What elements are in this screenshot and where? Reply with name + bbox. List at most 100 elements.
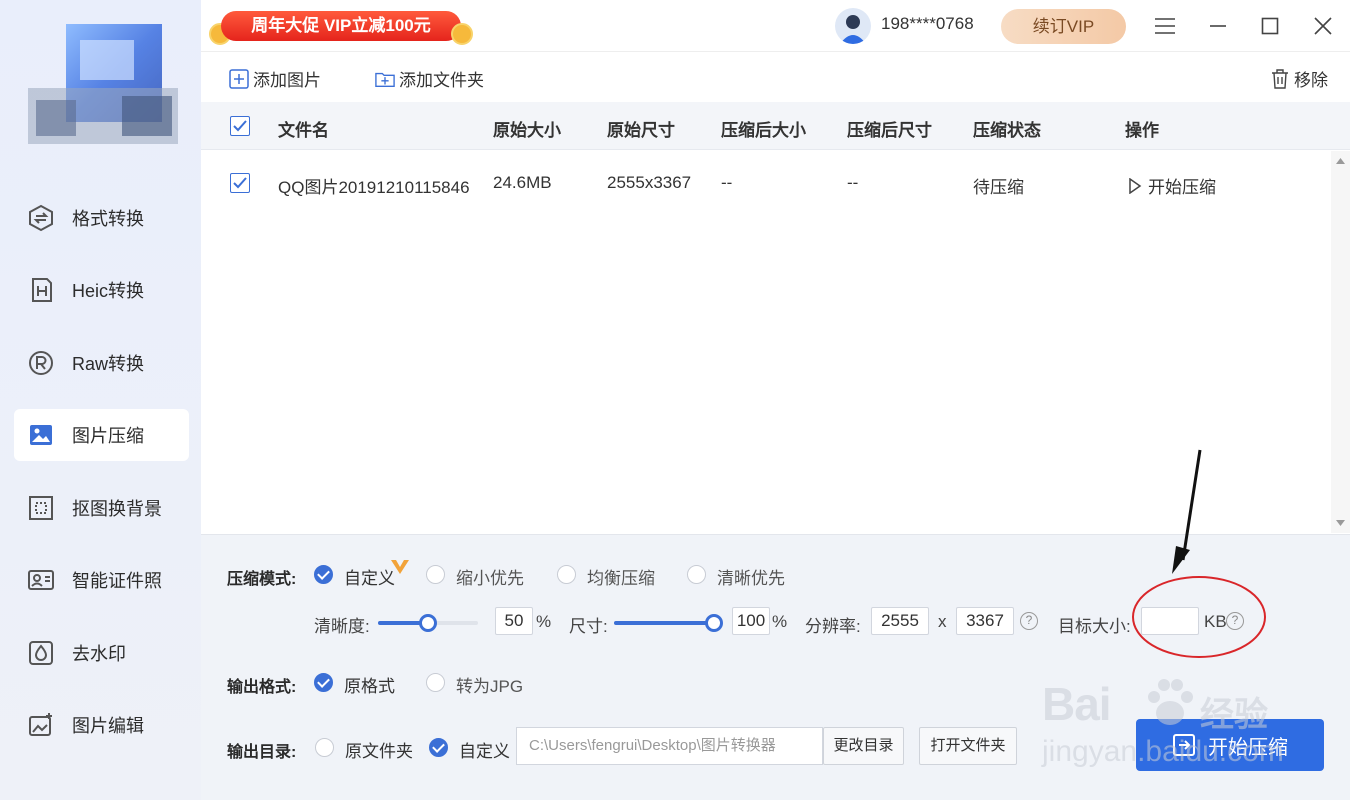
col-header: 原始大小 bbox=[493, 121, 561, 140]
format-original-radio[interactable] bbox=[314, 673, 333, 692]
user-phone: 198****0768 bbox=[881, 14, 974, 33]
col-header: 文件名 bbox=[278, 121, 329, 140]
remove-label: 移除 bbox=[1294, 71, 1328, 90]
sidebar-item-label: 去水印 bbox=[72, 644, 126, 664]
size-unit: % bbox=[772, 612, 788, 631]
clarity-unit: % bbox=[536, 612, 552, 631]
original-dims: 2555x3367 bbox=[607, 173, 692, 192]
promo-banner[interactable]: 周年大促 VIP立减100元 bbox=[207, 9, 475, 47]
sidebar-item-image-edit[interactable]: 图片编辑 bbox=[14, 699, 189, 751]
add-folder-button[interactable]: 添加文件夹 bbox=[375, 66, 484, 91]
add-folder-label: 添加文件夹 bbox=[399, 71, 484, 90]
format-jpg-label: 转为JPG bbox=[456, 677, 524, 696]
row-action-label: 开始压缩 bbox=[1148, 178, 1216, 197]
col-header: 压缩后大小 bbox=[721, 121, 806, 140]
col-header: 操作 bbox=[1125, 121, 1159, 140]
change-dir-button[interactable]: 更改目录 bbox=[823, 727, 904, 765]
file-table bbox=[201, 151, 1350, 533]
sidebar-item-heic[interactable]: Heic转换 bbox=[14, 264, 189, 316]
clarity-slider[interactable] bbox=[378, 614, 478, 632]
resolution-width-field[interactable]: 2555 bbox=[871, 607, 929, 635]
mode-clarity-label: 清晰优先 bbox=[717, 569, 785, 588]
clarity-slider-thumb[interactable] bbox=[419, 614, 437, 632]
sidebar-item-image-compress[interactable]: 图片压缩 bbox=[14, 409, 189, 461]
mode-balanced-radio[interactable] bbox=[557, 565, 576, 584]
sidebar-item-label: 图片编辑 bbox=[72, 716, 144, 736]
app-logo bbox=[28, 24, 178, 144]
mode-balanced-label: 均衡压缩 bbox=[587, 569, 655, 588]
cutout-icon bbox=[26, 493, 56, 523]
resolution-height-field[interactable]: 3367 bbox=[956, 607, 1014, 635]
sidebar-item-cutout[interactable]: 抠图换背景 bbox=[14, 482, 189, 534]
row-checkbox[interactable] bbox=[230, 173, 250, 193]
start-compress-label: 开始压缩 bbox=[1208, 736, 1288, 759]
target-size-help-icon[interactable]: ? bbox=[1226, 612, 1244, 630]
close-icon[interactable] bbox=[1307, 10, 1339, 42]
coin-icon bbox=[451, 23, 473, 45]
sidebar-item-id-photo[interactable]: 智能证件照 bbox=[14, 554, 189, 606]
file-name: QQ图片20191210115846 bbox=[278, 178, 470, 197]
size-slider-thumb[interactable] bbox=[705, 614, 723, 632]
dir-original-radio[interactable] bbox=[315, 738, 334, 757]
sidebar-item-format-convert[interactable]: 格式转换 bbox=[14, 192, 189, 244]
size-value-field[interactable]: 100 bbox=[732, 607, 770, 635]
mode-label: 压缩模式: bbox=[227, 571, 297, 588]
compress-icon bbox=[1173, 734, 1195, 756]
toolbar bbox=[201, 52, 1350, 102]
folder-plus-icon bbox=[375, 72, 395, 87]
size-slider-fill bbox=[614, 621, 714, 625]
mode-custom-radio[interactable] bbox=[314, 565, 333, 584]
resolution-help-icon[interactable]: ? bbox=[1020, 612, 1038, 630]
format-label: 输出格式: bbox=[227, 679, 297, 696]
sidebar-item-label: 图片压缩 bbox=[72, 426, 144, 446]
clarity-value-field[interactable]: 50 bbox=[495, 607, 533, 635]
remove-button[interactable]: 移除 bbox=[1270, 66, 1328, 91]
mode-shrink-radio[interactable] bbox=[426, 565, 445, 584]
start-compress-button[interactable]: 开始压缩 bbox=[1136, 719, 1324, 771]
trash-icon bbox=[1272, 68, 1288, 89]
mode-custom-label: 自定义 bbox=[344, 569, 395, 588]
avatar[interactable] bbox=[835, 8, 871, 44]
open-folder-button[interactable]: 打开文件夹 bbox=[919, 727, 1017, 765]
sidebar-item-label: Raw转换 bbox=[72, 354, 145, 374]
col-header: 压缩后尺寸 bbox=[847, 121, 932, 140]
resolution-x: x bbox=[938, 612, 947, 631]
add-image-button[interactable]: 添加图片 bbox=[229, 66, 321, 91]
add-image-label: 添加图片 bbox=[253, 71, 321, 90]
target-size-field[interactable] bbox=[1141, 607, 1199, 635]
compressed-size: -- bbox=[721, 173, 733, 192]
select-all-checkbox[interactable] bbox=[230, 116, 250, 136]
vip-badge-icon bbox=[391, 560, 409, 574]
id-photo-icon bbox=[26, 565, 56, 595]
scrollbar[interactable] bbox=[1331, 151, 1350, 533]
minimize-icon[interactable] bbox=[1202, 10, 1234, 42]
image-compress-icon bbox=[26, 420, 56, 450]
sidebar-item-raw[interactable]: Raw转换 bbox=[14, 337, 189, 389]
sidebar-item-label: 智能证件照 bbox=[72, 571, 162, 591]
plus-square-icon bbox=[229, 68, 249, 89]
format-jpg-radio[interactable] bbox=[426, 673, 445, 692]
dir-custom-radio[interactable] bbox=[429, 738, 448, 757]
format-convert-icon bbox=[26, 203, 56, 233]
target-size-unit: KB bbox=[1204, 612, 1227, 631]
sidebar-item-watermark-remove[interactable]: 去水印 bbox=[14, 627, 189, 679]
sidebar: 格式转换 Heic转换 Raw转换 图片压缩 抠图换背景 智能证件照 去水印 图… bbox=[0, 0, 201, 800]
output-path-field[interactable]: C:\Users\fengrui\Desktop\图片转换器 bbox=[516, 727, 823, 765]
dir-label: 输出目录: bbox=[227, 744, 297, 761]
menu-icon[interactable] bbox=[1149, 10, 1181, 42]
renew-vip-button[interactable]: 续订VIP bbox=[1001, 9, 1126, 44]
image-edit-icon bbox=[26, 710, 56, 740]
row-start-compress-button[interactable]: 开始压缩 bbox=[1128, 173, 1216, 198]
target-size-label: 目标大小: bbox=[1058, 617, 1131, 636]
col-header: 原始尺寸 bbox=[607, 121, 675, 140]
size-slider[interactable] bbox=[614, 614, 723, 632]
compress-status: 待压缩 bbox=[973, 178, 1024, 197]
clarity-label: 清晰度: bbox=[314, 617, 370, 636]
mode-shrink-label: 缩小优先 bbox=[456, 569, 524, 588]
size-label: 尺寸: bbox=[569, 617, 608, 636]
mode-clarity-radio[interactable] bbox=[687, 565, 706, 584]
sidebar-item-label: 抠图换背景 bbox=[72, 499, 162, 519]
maximize-icon[interactable] bbox=[1254, 10, 1286, 42]
raw-icon bbox=[26, 348, 56, 378]
dir-custom-label: 自定义 bbox=[459, 742, 510, 761]
